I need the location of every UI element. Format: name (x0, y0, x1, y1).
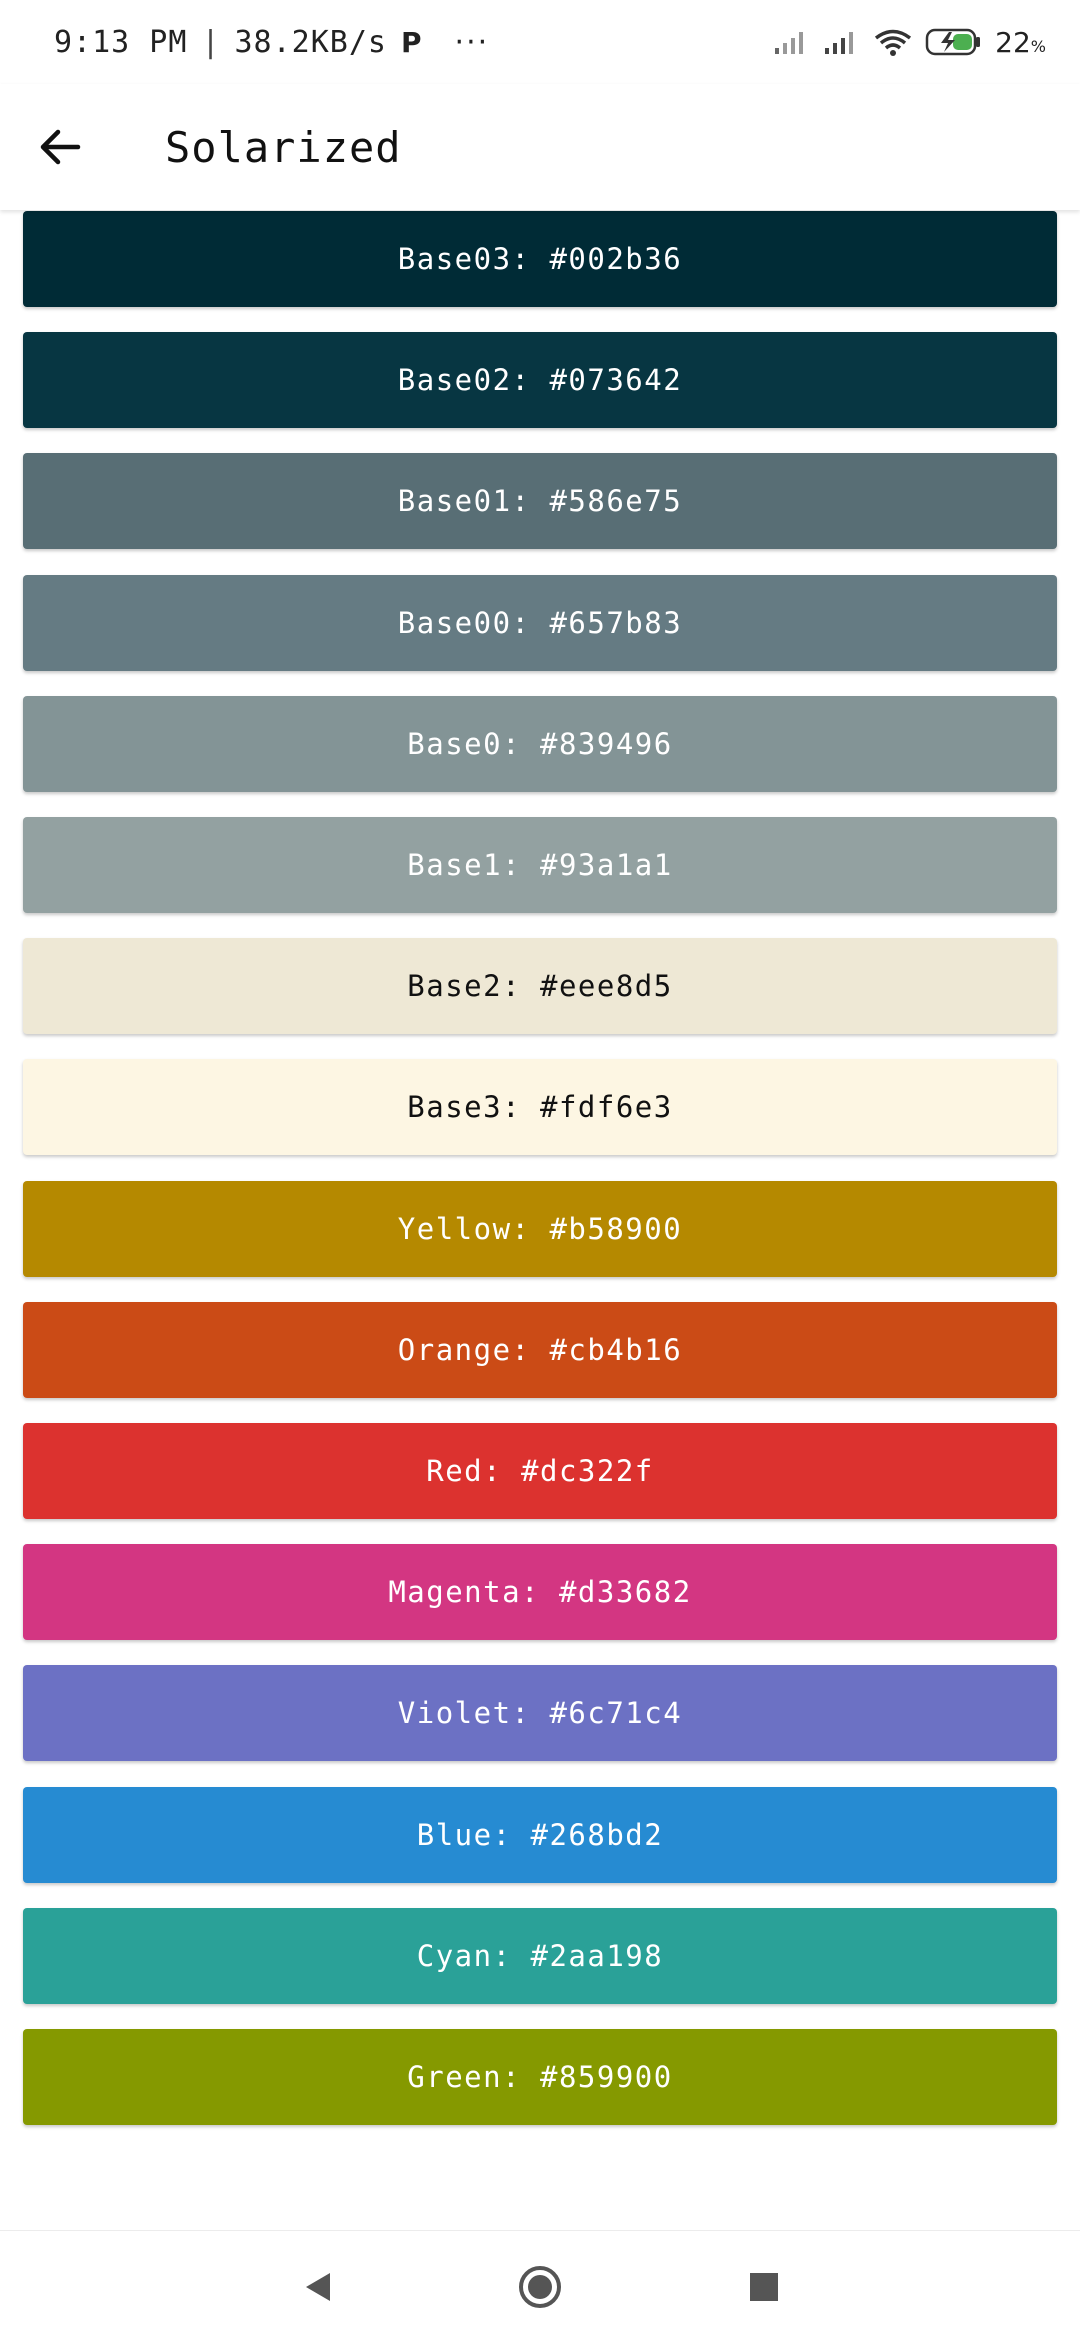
color-swatch[interactable]: Base0: #839496 (23, 696, 1057, 792)
status-right: 22% (773, 26, 1046, 59)
network-speed: 38.2KB/s (234, 24, 387, 60)
nav-recents-button[interactable] (736, 2259, 792, 2315)
status-time: 9:13 PM (54, 24, 188, 60)
color-swatch[interactable]: Green: #859900 (23, 2029, 1057, 2125)
status-left: 9:13 PM | 38.2KB/s P ··· (54, 25, 489, 60)
recents-square-icon (750, 2273, 778, 2301)
color-swatch[interactable]: Cyan: #2aa198 (23, 1908, 1057, 2004)
status-bar: 9:13 PM | 38.2KB/s P ··· 22% (0, 0, 1080, 84)
color-swatch[interactable]: Base03: #002b36 (23, 211, 1057, 307)
wifi-icon (875, 29, 912, 56)
color-swatch[interactable]: Orange: #cb4b16 (23, 1302, 1057, 1398)
navigation-bar (0, 2230, 1080, 2341)
color-swatch[interactable]: Yellow: #b58900 (23, 1181, 1057, 1277)
color-swatch[interactable]: Violet: #6c71c4 (23, 1665, 1057, 1761)
page-title: Solarized (165, 122, 402, 172)
color-swatch[interactable]: Base01: #586e75 (23, 453, 1057, 549)
color-swatch[interactable]: Blue: #268bd2 (23, 1787, 1057, 1883)
p-notification-icon: P (401, 25, 423, 59)
signal-icon (775, 32, 804, 54)
back-button[interactable] (28, 115, 92, 179)
app-bar: Solarized (0, 84, 1080, 210)
signal-icon (825, 32, 854, 54)
more-notifications-icon: ··· (454, 24, 490, 60)
color-swatch[interactable]: Magenta: #d33682 (23, 1544, 1057, 1640)
color-swatch[interactable]: Base1: #93a1a1 (23, 817, 1057, 913)
home-circle-icon (519, 2266, 561, 2308)
color-swatch[interactable]: Base2: #eee8d5 (23, 938, 1057, 1034)
nav-back-button[interactable] (290, 2259, 346, 2315)
battery-percent-text: 22% (995, 25, 1046, 59)
status-separator: | (201, 24, 221, 60)
color-swatch[interactable]: Base3: #fdf6e3 (23, 1059, 1057, 1155)
color-swatch[interactable]: Base02: #073642 (23, 332, 1057, 428)
nav-home-button[interactable] (512, 2259, 568, 2315)
arrow-left-icon (40, 129, 81, 165)
color-swatch[interactable]: Base00: #657b83 (23, 575, 1057, 671)
battery-charging-icon (925, 28, 981, 56)
color-swatch[interactable]: Red: #dc322f (23, 1423, 1057, 1519)
back-triangle-icon (306, 2273, 330, 2301)
